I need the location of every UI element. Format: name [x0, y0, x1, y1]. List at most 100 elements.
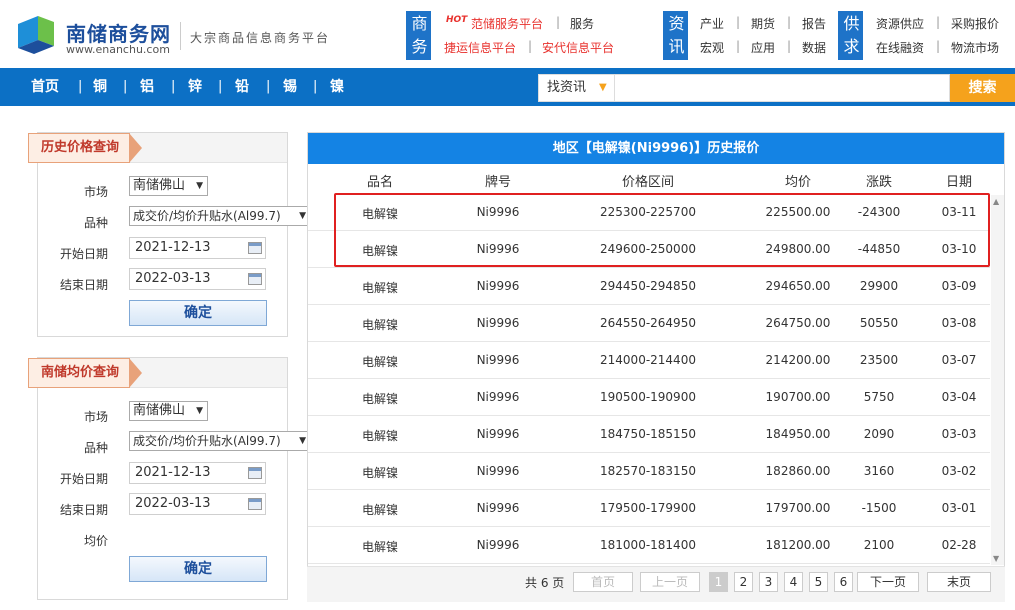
- confirm-button[interactable]: 确定: [129, 556, 267, 582]
- cell-range: 181000-181400: [600, 538, 696, 552]
- scroll-up-icon[interactable]: ▲: [993, 197, 999, 206]
- start-date-input[interactable]: 2021-12-13: [129, 462, 266, 484]
- cell-name: 电解镍: [361, 318, 398, 332]
- page-number-button[interactable]: 2: [734, 572, 753, 592]
- cell-grade: Ni9996: [476, 242, 520, 256]
- cell-avg: 294650.00: [765, 279, 831, 293]
- select-arrow-icon: ▼: [196, 181, 203, 191]
- cell-range: 184750-185150: [600, 427, 696, 441]
- separator: |: [736, 39, 741, 53]
- start-date-input[interactable]: 2021-12-13: [129, 237, 266, 259]
- link-futures[interactable]: 期货: [751, 15, 775, 32]
- cell-change: -24300: [857, 205, 901, 219]
- variety-select-value: 成交价/均价升贴水(Al99.7): [133, 209, 281, 223]
- nav-tin[interactable]: 锡: [283, 68, 297, 106]
- separator: |: [787, 15, 792, 29]
- cell-range: 190500-190900: [600, 390, 696, 404]
- page-number-button[interactable]: 1: [709, 572, 728, 592]
- end-date-value: 2022-03-13: [135, 271, 211, 286]
- next-page-button[interactable]: 下一页: [857, 572, 919, 592]
- nav-nickel[interactable]: 镍: [330, 68, 344, 106]
- cell-date: 03-07: [941, 353, 977, 367]
- link-andai[interactable]: 安代信息平台: [542, 39, 614, 56]
- nav-zinc[interactable]: 锌: [188, 68, 202, 106]
- separator: |: [936, 39, 941, 53]
- select-arrow-icon: ▼: [299, 436, 306, 446]
- link-application[interactable]: 应用: [751, 39, 775, 56]
- cell-name: 电解镍: [361, 207, 398, 221]
- prev-page-button[interactable]: 上一页: [640, 572, 700, 592]
- first-page-button[interactable]: 首页: [573, 572, 633, 592]
- cell-range: 225300-225700: [600, 205, 696, 219]
- nav-separator: |: [171, 79, 176, 94]
- search-type-select[interactable]: 找资讯: [547, 75, 586, 101]
- search-input[interactable]: [615, 75, 949, 101]
- cell-range: 249600-250000: [600, 242, 696, 256]
- market-select[interactable]: 南储佛山 ▼: [129, 176, 208, 196]
- link-industry[interactable]: 产业: [700, 15, 724, 32]
- badge-supply-label: 供求: [843, 14, 860, 56]
- variety-label: 品种: [83, 441, 108, 455]
- separator: |: [556, 15, 561, 29]
- variety-label: 品种: [83, 216, 108, 230]
- slogan: 大宗商品信息商务平台: [190, 31, 331, 45]
- logo-url: www.enanchu.com: [66, 43, 170, 56]
- page-number-button[interactable]: 3: [759, 572, 778, 592]
- search-button[interactable]: 搜索: [950, 74, 1015, 102]
- cell-name: 电解镍: [361, 540, 398, 554]
- last-page-button[interactable]: 末页: [927, 572, 991, 592]
- confirm-button[interactable]: 确定: [129, 300, 267, 326]
- table-row: 电解镍 Ni9996 214000-214400 214200.00 23500 03-0…: [308, 342, 990, 379]
- end-date-input[interactable]: 2022-03-13: [129, 493, 266, 515]
- page-number-button[interactable]: 4: [784, 572, 803, 592]
- cell-grade: Ni9996: [476, 464, 520, 478]
- table-row: 电解镍 Ni9996 184750-185150 184950.00 2090 03-03: [308, 416, 990, 453]
- link-macro[interactable]: 宏观: [700, 39, 724, 56]
- logo-icon[interactable]: [14, 14, 58, 54]
- calendar-icon[interactable]: [248, 467, 262, 479]
- link-resource-supply[interactable]: 资源供应: [876, 15, 924, 32]
- market-select-value: 南储佛山: [133, 178, 186, 193]
- variety-select-value: 成交价/均价升贴水(Al99.7): [133, 434, 281, 448]
- start-date-value: 2021-12-13: [135, 240, 211, 255]
- cell-avg: 249800.00: [765, 242, 831, 256]
- link-data[interactable]: 数据: [802, 39, 826, 56]
- cell-change: 50550: [859, 316, 899, 330]
- col-header-range: 价格区间: [621, 175, 674, 190]
- cell-date: 03-02: [941, 464, 977, 478]
- link-online-finance[interactable]: 在线融资: [876, 39, 924, 56]
- pager: 共 6 页 首页 上一页 123456 下一页 末页: [307, 566, 1005, 602]
- nav-copper[interactable]: 铜: [93, 68, 107, 106]
- end-date-input[interactable]: 2022-03-13: [129, 268, 266, 290]
- market-select[interactable]: 南储佛山 ▼: [129, 401, 208, 421]
- page-number-button[interactable]: 5: [809, 572, 828, 592]
- end-date-label: 结束日期: [59, 503, 108, 517]
- separator: |: [736, 15, 741, 29]
- scroll-down-icon[interactable]: ▼: [993, 554, 999, 563]
- link-jieyun[interactable]: 捷运信息平台: [444, 39, 516, 56]
- page-number-button[interactable]: 6: [834, 572, 853, 592]
- nav-home[interactable]: 首页: [31, 68, 59, 106]
- calendar-icon[interactable]: [248, 242, 262, 254]
- avg-price-panel: 南储均价查询 市场 南储佛山 ▼ 品种 成交价/均价升贴水(Al99.7) ▼ 开始…: [28, 357, 311, 600]
- chevron-down-icon[interactable]: ▼: [599, 75, 607, 101]
- link-service[interactable]: 服务: [570, 15, 594, 32]
- table-row: 电解镍 Ni9996 182570-183150 182860.00 3160 03-02: [308, 453, 990, 490]
- table-row: 电解镍 Ni9996 249600-250000 249800.00 -44850 03-…: [308, 231, 990, 268]
- link-fanchu-service[interactable]: 范储服务平台: [471, 15, 543, 32]
- nav-aluminum[interactable]: 铝: [140, 68, 154, 106]
- nav-lead[interactable]: 铅: [235, 68, 249, 106]
- link-report[interactable]: 报告: [802, 15, 826, 32]
- cell-change: 3160: [863, 464, 895, 478]
- cell-avg: 179700.00: [765, 501, 831, 515]
- calendar-icon[interactable]: [248, 498, 262, 510]
- variety-select[interactable]: 成交价/均价升贴水(Al99.7) ▼: [129, 206, 311, 226]
- variety-select[interactable]: 成交价/均价升贴水(Al99.7) ▼: [129, 431, 311, 451]
- link-purchase-quote[interactable]: 采购报价: [951, 15, 999, 32]
- link-logistics[interactable]: 物流市场: [951, 39, 999, 56]
- calendar-icon[interactable]: [248, 273, 262, 285]
- scrollbar[interactable]: ▲ ▼: [991, 195, 1004, 565]
- separator: |: [528, 39, 533, 53]
- cell-avg: 181200.00: [765, 538, 831, 552]
- price-table: 地区【电解镍(Ni9996)】历史报价 品名 牌号 价格区间 均价 涨跌 日期 …: [307, 132, 1005, 602]
